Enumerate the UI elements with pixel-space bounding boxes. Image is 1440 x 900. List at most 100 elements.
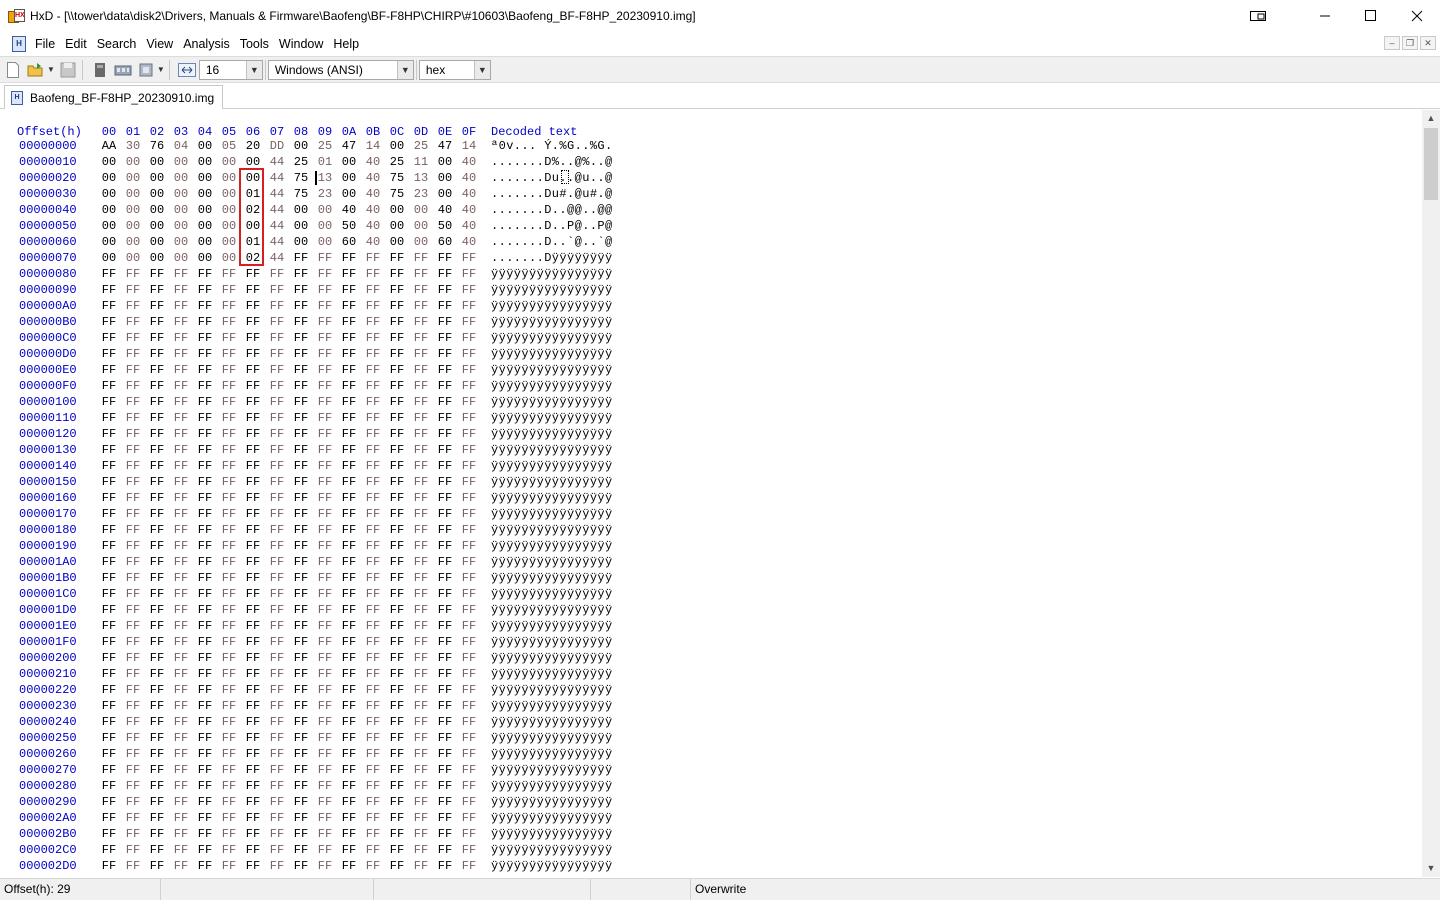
hex-byte[interactable]: FF — [411, 682, 431, 698]
hex-byte[interactable]: FF — [147, 314, 167, 330]
hex-byte[interactable]: FF — [195, 314, 215, 330]
hex-byte[interactable]: FF — [363, 378, 383, 394]
hex-byte[interactable]: FF — [363, 698, 383, 714]
hex-byte[interactable]: FF — [147, 378, 167, 394]
hex-byte[interactable]: FF — [243, 602, 263, 618]
hex-byte[interactable]: FF — [147, 522, 167, 538]
decoded-text[interactable]: ÿÿÿÿÿÿÿÿÿÿÿÿÿÿÿÿ — [491, 810, 613, 826]
hex-byte[interactable]: FF — [411, 602, 431, 618]
mdi-restore-button[interactable]: ❐ — [1402, 36, 1418, 50]
hex-byte[interactable]: FF — [195, 634, 215, 650]
hex-byte[interactable]: FF — [171, 650, 191, 666]
hex-byte[interactable]: FF — [171, 266, 191, 282]
hex-byte[interactable]: FF — [195, 266, 215, 282]
hex-byte[interactable]: 00 — [171, 170, 191, 186]
hex-byte[interactable]: 44 — [267, 186, 287, 202]
hex-byte[interactable]: FF — [315, 554, 335, 570]
hex-byte[interactable]: FF — [363, 346, 383, 362]
hex-byte[interactable]: 40 — [435, 202, 455, 218]
chevron-down-icon[interactable]: ▼ — [473, 60, 490, 79]
hex-byte[interactable]: FF — [315, 378, 335, 394]
hex-byte[interactable]: FF — [171, 634, 191, 650]
hex-byte[interactable]: FF — [219, 458, 239, 474]
hex-byte[interactable]: FF — [387, 778, 407, 794]
hex-byte[interactable]: 00 — [387, 234, 407, 250]
decoded-text[interactable]: .......D%..@%..@ — [491, 154, 613, 170]
hex-byte[interactable]: FF — [195, 602, 215, 618]
hex-byte[interactable]: FF — [315, 570, 335, 586]
hex-byte[interactable]: FF — [243, 394, 263, 410]
hex-byte[interactable]: FF — [123, 634, 143, 650]
hex-byte[interactable]: FF — [411, 250, 431, 266]
hex-byte[interactable]: 00 — [219, 250, 239, 266]
hex-byte[interactable]: FF — [291, 458, 311, 474]
hex-byte[interactable]: FF — [195, 522, 215, 538]
hex-byte[interactable]: FF — [171, 810, 191, 826]
hex-byte[interactable]: FF — [99, 586, 119, 602]
hex-byte[interactable]: FF — [315, 490, 335, 506]
hex-byte[interactable]: FF — [411, 394, 431, 410]
hex-byte[interactable]: FF — [459, 602, 479, 618]
hex-byte[interactable]: FF — [435, 810, 455, 826]
hex-byte[interactable]: FF — [147, 394, 167, 410]
hex-byte[interactable]: FF — [315, 714, 335, 730]
hex-byte[interactable]: FF — [123, 746, 143, 762]
hex-byte[interactable]: FF — [435, 650, 455, 666]
hex-byte[interactable]: 00 — [123, 218, 143, 234]
hex-byte[interactable]: FF — [459, 682, 479, 698]
hex-byte[interactable]: FF — [219, 298, 239, 314]
hex-byte[interactable]: 20 — [243, 138, 263, 154]
decoded-text[interactable]: ÿÿÿÿÿÿÿÿÿÿÿÿÿÿÿÿ — [491, 666, 613, 682]
hex-byte[interactable]: FF — [171, 602, 191, 618]
hex-byte[interactable]: FF — [387, 618, 407, 634]
hex-byte[interactable]: FF — [459, 794, 479, 810]
hex-byte[interactable]: FF — [315, 650, 335, 666]
hex-byte[interactable]: FF — [291, 442, 311, 458]
menu-window[interactable]: Window — [274, 33, 328, 55]
hex-byte[interactable]: AA — [99, 138, 119, 154]
hex-byte[interactable]: FF — [219, 602, 239, 618]
hex-byte[interactable]: 76 — [147, 138, 167, 154]
hex-byte[interactable]: FF — [147, 570, 167, 586]
hex-byte[interactable]: FF — [147, 730, 167, 746]
close-button[interactable] — [1394, 0, 1440, 31]
hex-byte[interactable]: FF — [195, 554, 215, 570]
hex-byte[interactable]: 50 — [339, 218, 359, 234]
hex-byte[interactable]: FF — [387, 346, 407, 362]
decoded-text[interactable]: ÿÿÿÿÿÿÿÿÿÿÿÿÿÿÿÿ — [491, 426, 613, 442]
hex-byte[interactable]: FF — [171, 314, 191, 330]
hex-byte[interactable]: FF — [267, 714, 287, 730]
hex-byte[interactable]: FF — [387, 298, 407, 314]
hex-byte[interactable]: FF — [435, 490, 455, 506]
hex-byte[interactable]: FF — [435, 842, 455, 858]
hex-byte[interactable]: FF — [315, 458, 335, 474]
hex-byte[interactable]: FF — [291, 842, 311, 858]
hex-byte[interactable]: 40 — [459, 234, 479, 250]
decoded-text[interactable]: ÿÿÿÿÿÿÿÿÿÿÿÿÿÿÿÿ — [491, 730, 613, 746]
hex-byte[interactable]: FF — [435, 858, 455, 874]
hex-byte[interactable]: 00 — [99, 234, 119, 250]
hex-byte[interactable]: FF — [171, 858, 191, 874]
hex-byte[interactable]: FF — [363, 314, 383, 330]
hex-byte[interactable]: FF — [267, 666, 287, 682]
hex-byte[interactable]: FF — [219, 730, 239, 746]
hex-byte[interactable]: FF — [291, 474, 311, 490]
hex-byte[interactable]: 47 — [339, 138, 359, 154]
hex-byte[interactable]: FF — [363, 858, 383, 874]
vertical-scrollbar[interactable]: ▲ ▼ — [1422, 110, 1440, 877]
hex-byte[interactable]: FF — [435, 378, 455, 394]
decoded-text[interactable]: ÿÿÿÿÿÿÿÿÿÿÿÿÿÿÿÿ — [491, 842, 613, 858]
hex-byte[interactable]: FF — [99, 602, 119, 618]
hex-byte[interactable]: FF — [387, 682, 407, 698]
hex-byte[interactable]: FF — [315, 442, 335, 458]
hex-byte[interactable]: FF — [315, 842, 335, 858]
hex-byte[interactable]: FF — [123, 602, 143, 618]
hex-byte[interactable]: FF — [123, 378, 143, 394]
hex-byte[interactable]: 44 — [267, 234, 287, 250]
hex-byte[interactable]: FF — [291, 746, 311, 762]
hex-byte[interactable]: 00 — [147, 218, 167, 234]
hex-byte[interactable]: FF — [339, 634, 359, 650]
hex-byte[interactable]: FF — [219, 442, 239, 458]
hex-byte[interactable]: FF — [387, 826, 407, 842]
hex-byte[interactable]: FF — [123, 682, 143, 698]
